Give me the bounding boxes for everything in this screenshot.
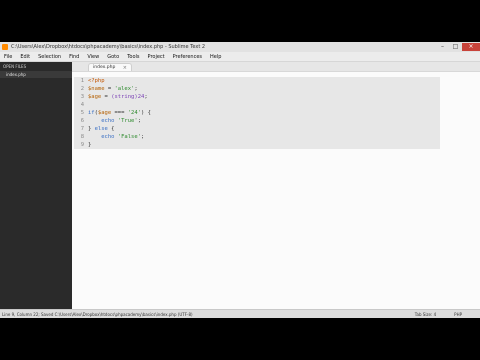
window-controls: – □ × (436, 43, 480, 51)
code-text: } (88, 142, 91, 148)
line-number: 9 (80, 142, 84, 148)
code-text: echo 'False'; (88, 134, 144, 140)
minimize-button[interactable]: – (436, 43, 449, 51)
code-text: $age = (string)24; (88, 94, 148, 100)
code-token: ; (137, 118, 141, 124)
code-token: echo (88, 134, 118, 140)
line-number: 5 (80, 110, 84, 116)
menu-file[interactable]: File (0, 54, 16, 60)
tab-index-php[interactable]: index.php × (88, 63, 132, 71)
tab-label: index.php (93, 65, 116, 70)
code-token: else (94, 126, 108, 132)
code-token: $name (88, 86, 105, 92)
tab-bar: index.php × (72, 62, 480, 72)
menu-project[interactable]: Project (144, 54, 169, 60)
code-token: echo (88, 118, 118, 124)
code-token: { (107, 126, 115, 132)
line-number: 6 (80, 118, 84, 124)
sidebar: OPEN FILES index.php (0, 62, 72, 309)
line-number: 7 (80, 126, 84, 132)
window-title: C:\Users\Alex\Dropbox\htdocs\phpacademy\… (11, 44, 206, 50)
menu-selection[interactable]: Selection (34, 54, 65, 60)
status-message: Line 9, Column 22; Saved C:\Users\Alex\D… (2, 312, 193, 317)
maximize-button[interactable]: □ (449, 43, 462, 51)
code-token: ; (134, 86, 138, 92)
code-text: <?php (88, 78, 105, 84)
code-text: $name = 'alex'; (88, 86, 138, 92)
code-line[interactable]: 1 <?php (72, 77, 480, 85)
status-bar: Line 9, Column 22; Saved C:\Users\Alex\D… (0, 309, 480, 318)
menu-edit[interactable]: Edit (16, 54, 34, 60)
menu-view[interactable]: View (83, 54, 103, 60)
code-token: $age (88, 94, 102, 100)
code-text: } else { (88, 126, 115, 132)
code-text: echo 'True'; (88, 118, 141, 124)
code-line[interactable]: 6 echo 'True'; (72, 117, 480, 125)
code-line[interactable]: 9} (72, 141, 480, 149)
code-token: 'alex' (114, 86, 135, 92)
code-line[interactable]: 7} else { (72, 125, 480, 133)
code-token: = (101, 94, 112, 100)
code-token: ; (144, 94, 148, 100)
menu-find[interactable]: Find (65, 54, 83, 60)
code-token: '24' (127, 110, 141, 116)
close-icon[interactable]: × (123, 65, 127, 71)
code-line[interactable]: 4 (72, 101, 480, 109)
code-line[interactable]: 3 $age = (string)24; (72, 93, 480, 101)
code-token: ; (141, 134, 145, 140)
code-token: } (88, 126, 95, 132)
code-area[interactable]: 1 <?php 2 $name = 'alex'; 3 $age = (string)24… (72, 75, 480, 305)
line-number: 2 (80, 86, 84, 92)
code-token: <?php (88, 78, 105, 84)
sidebar-file-index-php[interactable]: index.php (0, 71, 72, 78)
menu-tools[interactable]: Tools (123, 54, 143, 60)
menu-goto[interactable]: Goto (103, 54, 123, 60)
tab-size-indicator[interactable]: Tab Size: 4 (415, 312, 436, 317)
sublime-app-icon (2, 44, 8, 50)
code-token: === (111, 110, 128, 116)
line-number: 1 (80, 78, 84, 84)
code-token: 'True' (117, 118, 138, 124)
syntax-indicator[interactable]: PHP (454, 312, 462, 317)
code-token: 'False' (117, 134, 141, 140)
code-token: ) { (141, 110, 151, 116)
code-line[interactable]: 5 if($age === '24') { (72, 109, 480, 117)
editor-pane[interactable]: index.php × 1 <?php 2 $name = 'alex'; 3 $age … (72, 62, 480, 309)
code-token: } (88, 142, 92, 148)
line-number: 3 (80, 94, 84, 100)
line-number: 8 (80, 134, 84, 140)
menu-help[interactable]: Help (206, 54, 225, 60)
code-token: = (104, 86, 115, 92)
menu-bar: File Edit Selection Find View Goto Tools… (0, 52, 480, 62)
code-token: (string) (111, 94, 138, 100)
title-bar[interactable]: C:\Users\Alex\Dropbox\htdocs\phpacademy\… (0, 42, 480, 52)
code-token: if (88, 110, 95, 116)
code-text: if($age === '24') { (88, 110, 151, 116)
code-line[interactable]: 8 echo 'False'; (72, 133, 480, 141)
close-button[interactable]: × (462, 43, 480, 51)
sublime-window: C:\Users\Alex\Dropbox\htdocs\phpacademy\… (0, 42, 480, 318)
open-files-header: OPEN FILES (3, 64, 27, 69)
code-token: $age (97, 110, 112, 116)
code-line[interactable]: 2 $name = 'alex'; (72, 85, 480, 93)
line-number: 4 (80, 102, 84, 108)
menu-preferences[interactable]: Preferences (169, 54, 206, 60)
